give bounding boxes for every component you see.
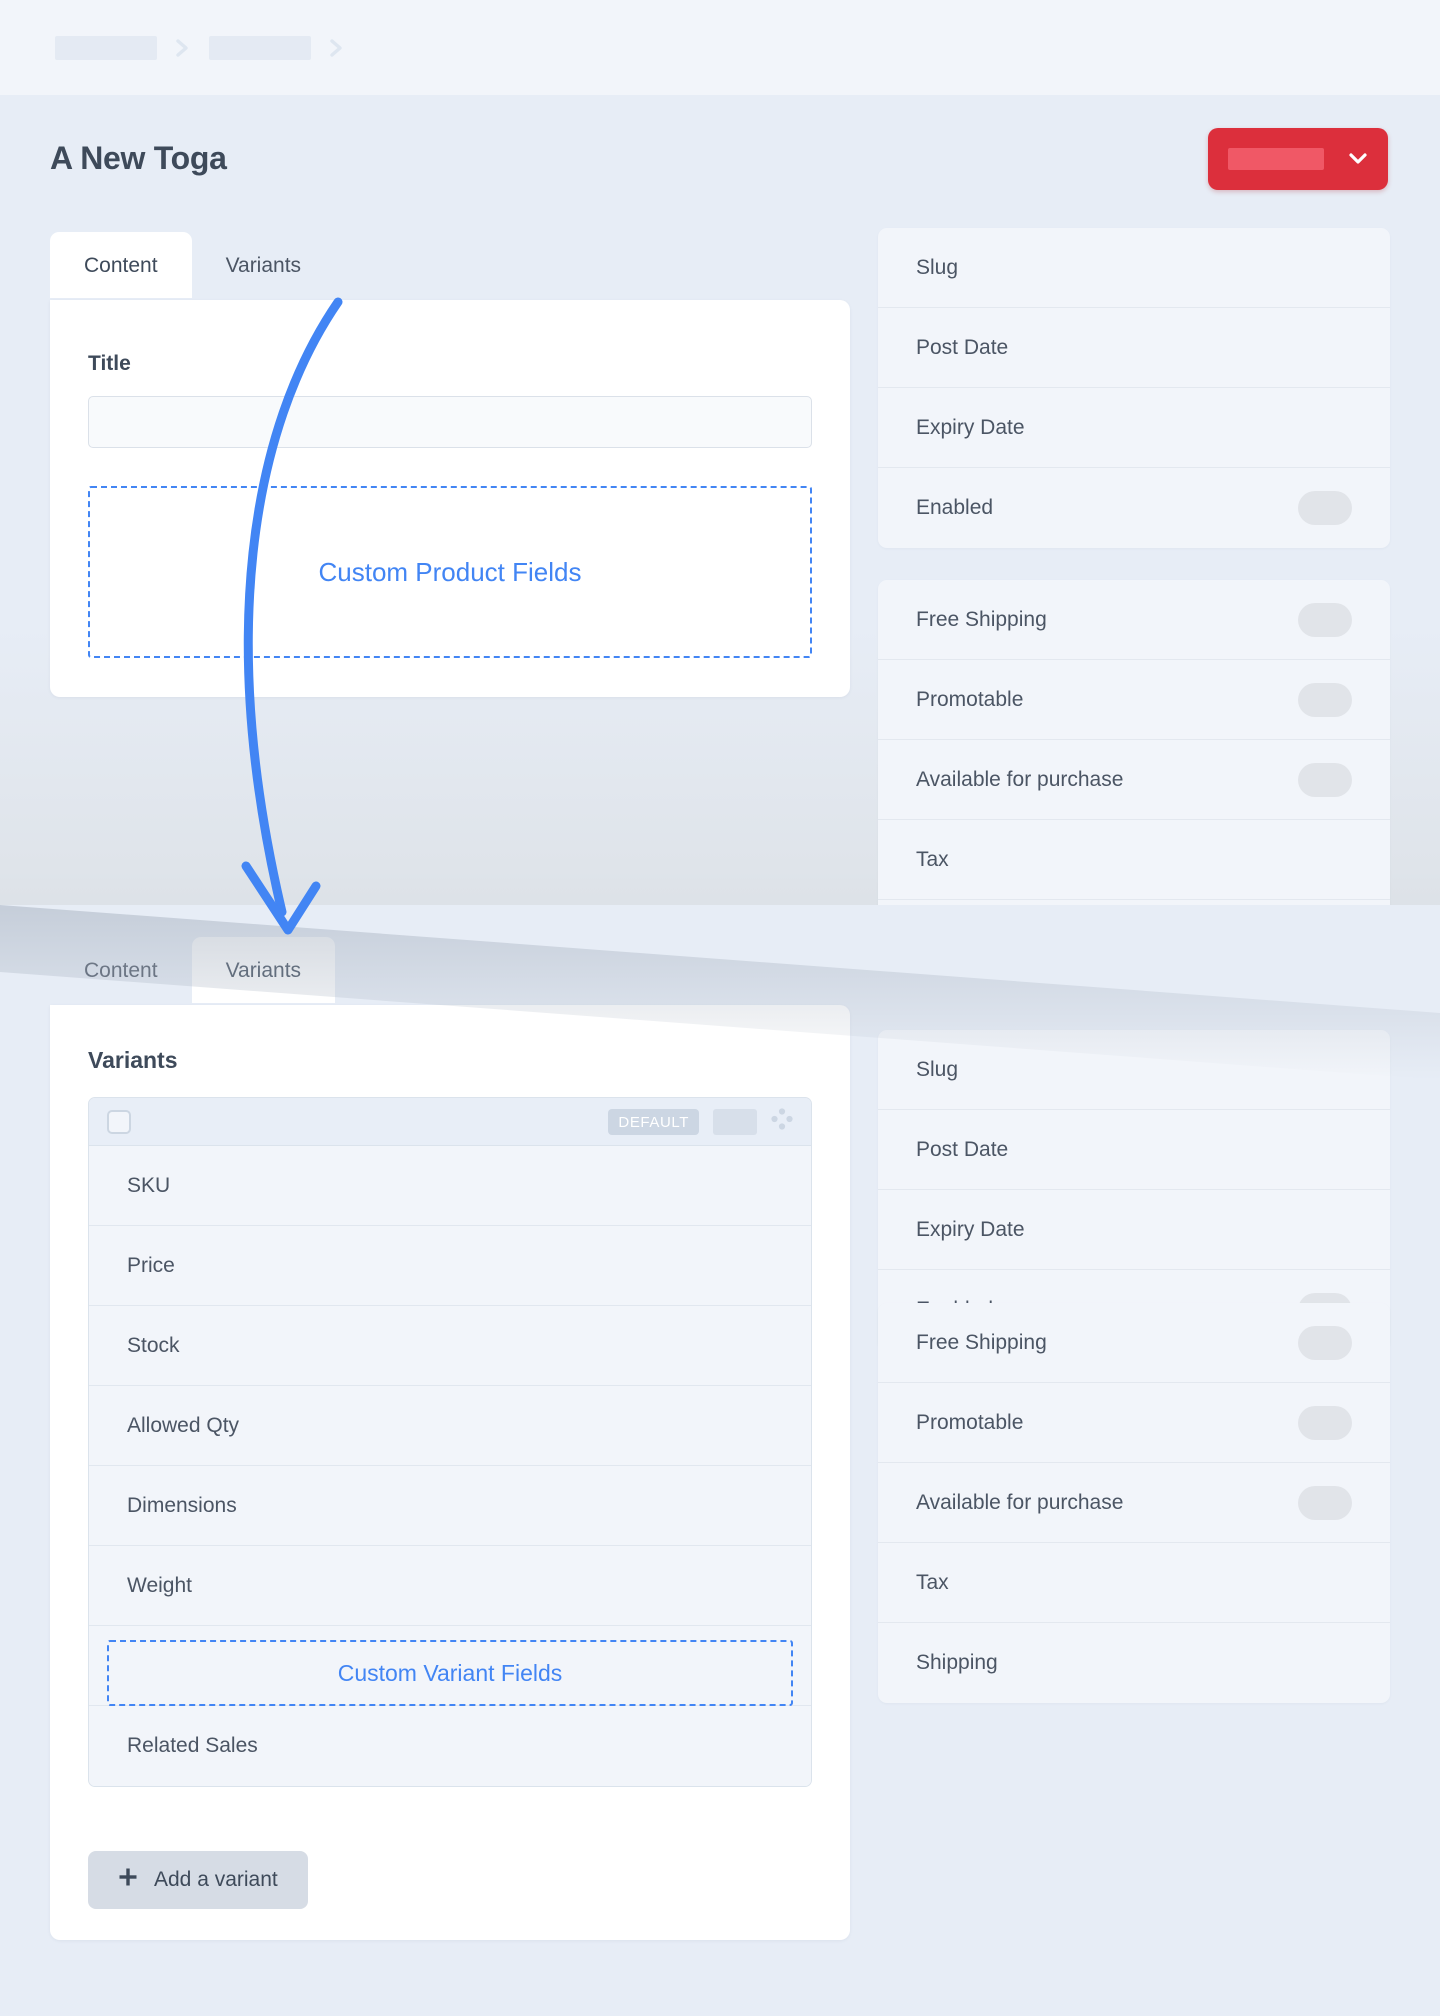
bottom-sidebar-panel-meta: Slug Post Date Expiry Date Enabled	[878, 1030, 1390, 1350]
sidebar-row-slug-top[interactable]: Slug	[878, 228, 1390, 308]
sidebar-row-available-for-purchase-top[interactable]: Available for purchase	[878, 740, 1390, 820]
sidebar-row-slug-bottom-label: Slug	[916, 1057, 959, 1081]
variant-row-allowed-qty[interactable]: Allowed Qty	[89, 1386, 811, 1466]
variant-row-dimensions-label: Dimensions	[127, 1493, 237, 1517]
tab-variants-bottom[interactable]: Variants	[191, 937, 336, 1003]
custom-product-fields-dropzone[interactable]: Custom Product Fields	[88, 486, 812, 658]
sidebar-row-promotable-top[interactable]: Promotable	[878, 660, 1390, 740]
screenshot-stage: Content Variants Variants DEFAULT SKU Pr…	[0, 0, 1440, 2016]
variant-header-placeholder	[713, 1108, 757, 1135]
add-variant-label: Add a variant	[154, 1868, 278, 1891]
variant-row-allowed-qty-label: Allowed Qty	[127, 1413, 240, 1437]
sidebar-row-tax-bottom[interactable]: Tax	[878, 1543, 1390, 1623]
sidebar-row-slug-bottom[interactable]: Slug	[878, 1030, 1390, 1110]
variant-row-stock-label: Stock	[127, 1333, 180, 1357]
sidebar-row-post-date-bottom[interactable]: Post Date	[878, 1110, 1390, 1190]
sidebar-row-promotable-top-label: Promotable	[916, 687, 1024, 711]
breadcrumb-placeholder-1[interactable]	[55, 36, 157, 60]
variant-row-related-sales[interactable]: Related Sales	[89, 1706, 811, 1786]
bottom-sidebar-panel-commerce: Free Shipping Promotable Available for p…	[878, 1303, 1390, 1703]
sidebar-row-promotable-bottom[interactable]: Promotable	[878, 1383, 1390, 1463]
variant-row-weight[interactable]: Weight	[89, 1546, 811, 1626]
bottom-tabstrip: Content Variants	[50, 937, 336, 1003]
sidebar-row-enabled-top[interactable]: Enabled	[878, 468, 1390, 548]
variants-section-title: Variants	[88, 1047, 178, 1073]
toggle-enabled-top[interactable]	[1298, 491, 1352, 525]
sidebar-row-available-for-purchase-bottom-label: Available for purchase	[916, 1490, 1124, 1514]
variant-row-stock[interactable]: Stock	[89, 1306, 811, 1386]
variant-row-related-sales-label: Related Sales	[127, 1734, 258, 1757]
sidebar-row-expiry-date-top[interactable]: Expiry Date	[878, 388, 1390, 468]
tab-content-bottom[interactable]: Content	[50, 937, 192, 1003]
custom-product-fields-label: Custom Product Fields	[318, 556, 582, 587]
save-button-label-placeholder	[1228, 148, 1324, 170]
variants-table: DEFAULT SKU Price Stock Allowed Qty Dime…	[88, 1097, 812, 1787]
variants-screen: Content Variants Variants DEFAULT SKU Pr…	[0, 905, 1440, 2016]
status-badge-default: DEFAULT	[608, 1108, 699, 1135]
sidebar-row-shipping-bottom[interactable]: Shipping	[878, 1623, 1390, 1703]
tab-content-top[interactable]: Content	[50, 232, 192, 298]
sidebar-row-enabled-top-label: Enabled	[916, 496, 994, 519]
sidebar-row-free-shipping-bottom[interactable]: Free Shipping	[878, 1303, 1390, 1383]
variant-row-weight-label: Weight	[127, 1573, 192, 1597]
sidebar-row-slug-top-label: Slug	[916, 255, 959, 279]
sidebar-row-tax-bottom-label: Tax	[916, 1570, 949, 1594]
sidebar-row-available-for-purchase-bottom[interactable]: Available for purchase	[878, 1463, 1390, 1543]
variants-card: Variants DEFAULT SKU Price Stock Allowed…	[50, 1005, 850, 1940]
variant-row-price[interactable]: Price	[89, 1226, 811, 1306]
sidebar-row-tax-top-label: Tax	[916, 847, 949, 871]
chevron-down-icon[interactable]	[1346, 146, 1370, 173]
page-title: A New Toga	[50, 140, 227, 176]
sidebar-row-expiry-date-top-label: Expiry Date	[916, 415, 1025, 439]
top-tabstrip: Content Variants	[50, 232, 335, 298]
title-field-label: Title	[88, 352, 131, 375]
custom-variant-fields-dropzone[interactable]: Custom Variant Fields	[107, 1640, 793, 1706]
sidebar-row-tax-top[interactable]: Tax	[878, 820, 1390, 900]
sidebar-row-expiry-date-bottom[interactable]: Expiry Date	[878, 1190, 1390, 1270]
chevron-right-icon-2	[327, 36, 347, 60]
variant-select-checkbox[interactable]	[107, 1109, 131, 1134]
variant-row-dimensions[interactable]: Dimensions	[89, 1466, 811, 1546]
tab-variants-top-label: Variants	[225, 254, 302, 277]
toggle-free-shipping-top[interactable]	[1298, 602, 1352, 637]
content-card: Title Custom Product Fields	[50, 300, 850, 697]
add-variant-button[interactable]: Add a variant	[88, 1851, 308, 1909]
sidebar-row-post-date-top-label: Post Date	[916, 335, 1009, 359]
toggle-free-shipping-bottom[interactable]	[1298, 1325, 1352, 1360]
custom-variant-fields-label: Custom Variant Fields	[337, 1659, 563, 1686]
sidebar-row-free-shipping-top[interactable]: Free Shipping	[878, 580, 1390, 660]
plus-icon	[118, 1867, 138, 1893]
toggle-promotable-bottom[interactable]	[1298, 1405, 1352, 1440]
sidebar-row-expiry-date-bottom-label: Expiry Date	[916, 1217, 1025, 1241]
sidebar-row-post-date-bottom-label: Post Date	[916, 1137, 1009, 1161]
variant-row-sku-label: SKU	[127, 1173, 171, 1197]
sidebar-row-promotable-bottom-label: Promotable	[916, 1410, 1024, 1434]
breadcrumb	[55, 36, 347, 60]
sidebar-row-shipping-bottom-label: Shipping	[916, 1651, 998, 1674]
toggle-available-for-purchase-top[interactable]	[1298, 762, 1352, 797]
tab-content-top-label: Content	[84, 254, 158, 277]
tab-variants-top[interactable]: Variants	[192, 232, 335, 298]
toggle-promotable-top[interactable]	[1298, 682, 1352, 717]
sidebar-row-available-for-purchase-top-label: Available for purchase	[916, 767, 1124, 791]
breadcrumb-placeholder-2[interactable]	[209, 36, 311, 60]
sidebar-row-free-shipping-bottom-label: Free Shipping	[916, 1330, 1047, 1354]
title-input[interactable]	[88, 396, 812, 448]
variant-row-sku[interactable]: SKU	[89, 1146, 811, 1226]
sidebar-row-post-date-top[interactable]: Post Date	[878, 308, 1390, 388]
drag-handle-icon[interactable]	[771, 1108, 793, 1135]
chevron-right-icon	[173, 36, 193, 60]
save-button[interactable]	[1208, 128, 1388, 190]
top-sidebar-panel-meta: Slug Post Date Expiry Date Enabled	[878, 228, 1390, 548]
tab-content-bottom-label: Content	[84, 959, 158, 982]
content-screen: A New Toga Content Variants Title Custom…	[0, 0, 1440, 1010]
toggle-available-for-purchase-bottom[interactable]	[1298, 1485, 1352, 1520]
variant-table-header: DEFAULT	[89, 1098, 811, 1146]
variant-row-price-label: Price	[127, 1253, 175, 1277]
tab-variants-bottom-label: Variants	[225, 959, 302, 982]
variant-row-custom-fields: Custom Variant Fields	[89, 1626, 811, 1706]
sidebar-row-free-shipping-top-label: Free Shipping	[916, 607, 1047, 631]
